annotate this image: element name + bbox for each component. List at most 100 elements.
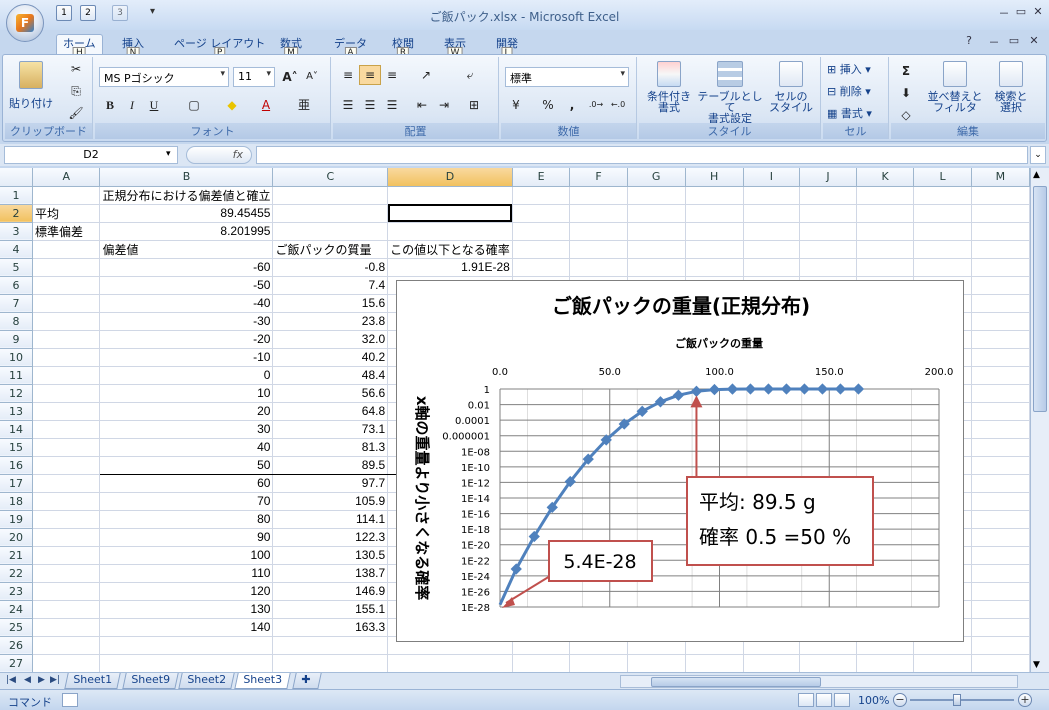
find-select-button[interactable]: 検索と 選択 xyxy=(983,59,1039,121)
column-header[interactable]: G xyxy=(627,168,686,187)
cell[interactable] xyxy=(32,348,101,367)
horizontal-scrollbar[interactable] xyxy=(620,675,1018,688)
row-header[interactable]: 10 xyxy=(0,348,34,367)
expand-formula-bar-icon[interactable]: ⌄ xyxy=(1030,146,1046,164)
cell[interactable] xyxy=(799,240,857,259)
cell[interactable]: -10 xyxy=(99,348,274,367)
column-header[interactable]: L xyxy=(913,168,972,187)
insert-function-button[interactable]: fx xyxy=(186,146,252,164)
cell[interactable]: 偏差値 xyxy=(99,240,274,259)
align-bottom-icon[interactable]: ≡ xyxy=(381,65,403,85)
next-sheet-icon[interactable]: ▶ xyxy=(38,675,45,685)
comma-button[interactable]: , xyxy=(561,95,583,115)
column-header[interactable]: I xyxy=(743,168,801,187)
cell[interactable] xyxy=(971,456,1030,475)
cell[interactable] xyxy=(32,546,101,565)
cell[interactable] xyxy=(32,402,101,421)
doc-minimize-button[interactable]: － xyxy=(985,34,1003,50)
cell[interactable] xyxy=(971,258,1030,277)
cell[interactable] xyxy=(971,546,1030,565)
insert-sheet-icon[interactable]: ✚ xyxy=(292,673,322,689)
tab-page-layout[interactable]: ページ レイアウト P xyxy=(168,35,271,59)
cell[interactable]: 97.7 xyxy=(272,474,389,493)
tab-home[interactable]: ホーム H xyxy=(56,34,103,59)
conditional-format-button[interactable]: 条件付き 書式 xyxy=(641,59,697,121)
cell[interactable]: 155.1 xyxy=(272,600,389,619)
cell[interactable] xyxy=(971,528,1030,547)
cell[interactable] xyxy=(971,420,1030,439)
cell[interactable] xyxy=(32,294,101,313)
cell[interactable] xyxy=(971,366,1030,385)
cell[interactable] xyxy=(512,654,571,672)
tab-review[interactable]: 校閲 R xyxy=(386,35,420,59)
cell[interactable] xyxy=(32,510,101,529)
cell[interactable]: 80 xyxy=(99,510,274,529)
cell[interactable] xyxy=(799,186,857,205)
cell[interactable]: 114.1 xyxy=(272,510,389,529)
cell[interactable]: 50 xyxy=(99,455,274,475)
merge-center-icon[interactable]: ⊞ xyxy=(463,95,485,115)
worksheet-grid[interactable]: ABCDEFGHIJKLM 1 正規分布における偏差値と確立 2 平均 89.45455… xyxy=(0,168,1030,672)
cell[interactable] xyxy=(685,654,744,672)
cell[interactable] xyxy=(272,204,389,223)
font-color-icon[interactable]: A xyxy=(255,95,277,115)
column-header[interactable]: H xyxy=(685,168,744,187)
currency-icon[interactable]: ¥ xyxy=(505,95,527,115)
increase-decimal-icon[interactable]: .0→ xyxy=(585,95,607,115)
cell[interactable]: ご飯パックの質量 xyxy=(272,240,389,259)
cell[interactable] xyxy=(569,186,628,205)
cell[interactable] xyxy=(971,240,1030,259)
zoom-slider-knob[interactable] xyxy=(953,694,961,706)
autosum-button[interactable]: Σ xyxy=(895,61,917,81)
maximize-button[interactable]: ▭ xyxy=(1012,5,1030,21)
font-size-select[interactable]: 11 ▾ xyxy=(233,67,275,87)
cell[interactable] xyxy=(856,204,915,223)
row-header[interactable]: 2 xyxy=(0,204,34,223)
phonetic-button[interactable]: 亜 xyxy=(293,95,315,115)
cell[interactable]: 89.5 xyxy=(272,455,389,475)
column-header[interactable]: F xyxy=(569,168,628,187)
row-header[interactable]: 6 xyxy=(0,276,34,295)
align-middle-icon[interactable]: ≡ xyxy=(359,65,381,85)
cell[interactable]: 100 xyxy=(99,546,274,565)
cell[interactable]: -50 xyxy=(99,276,274,295)
tab-data[interactable]: データ A xyxy=(328,35,373,59)
row-header[interactable]: 1 xyxy=(0,186,34,205)
cell[interactable] xyxy=(913,186,972,205)
row-header[interactable]: 21 xyxy=(0,546,34,565)
italic-button[interactable]: I xyxy=(121,95,143,115)
doc-close-button[interactable]: ✕ xyxy=(1025,34,1043,50)
row-header[interactable]: 23 xyxy=(0,582,34,601)
cell[interactable]: 10 xyxy=(99,384,274,403)
cell[interactable] xyxy=(799,204,857,223)
horizontal-scroll-thumb[interactable] xyxy=(651,677,821,687)
cell[interactable] xyxy=(627,654,686,672)
cell[interactable]: 32.0 xyxy=(272,330,389,349)
column-header[interactable]: A xyxy=(32,168,101,187)
paste-button[interactable]: 貼り付け xyxy=(9,59,53,117)
cell[interactable] xyxy=(913,654,972,672)
cell[interactable] xyxy=(627,186,686,205)
decrease-indent-icon[interactable]: ⇤ xyxy=(411,95,433,115)
cell[interactable]: 8.201995 xyxy=(99,222,274,241)
zoom-level[interactable]: 100% xyxy=(858,694,889,707)
row-header[interactable]: 11 xyxy=(0,366,34,385)
cell[interactable] xyxy=(32,312,101,331)
cell[interactable] xyxy=(685,222,744,241)
row-header[interactable]: 14 xyxy=(0,420,34,439)
cell[interactable] xyxy=(32,474,101,493)
cell[interactable] xyxy=(799,258,857,277)
cell[interactable] xyxy=(569,204,628,223)
select-all-corner[interactable] xyxy=(0,168,34,187)
cell[interactable] xyxy=(971,474,1030,493)
minimize-button[interactable]: － xyxy=(995,5,1013,21)
align-center-icon[interactable]: ☰ xyxy=(359,95,381,115)
cell[interactable] xyxy=(913,240,972,259)
row-header[interactable]: 3 xyxy=(0,222,34,241)
row-header[interactable]: 12 xyxy=(0,384,34,403)
cell[interactable] xyxy=(512,258,571,277)
cell[interactable]: -40 xyxy=(99,294,274,313)
tab-developer[interactable]: 開発 L xyxy=(490,35,524,59)
row-header[interactable]: 15 xyxy=(0,438,34,457)
zoom-slider[interactable] xyxy=(910,699,1014,701)
